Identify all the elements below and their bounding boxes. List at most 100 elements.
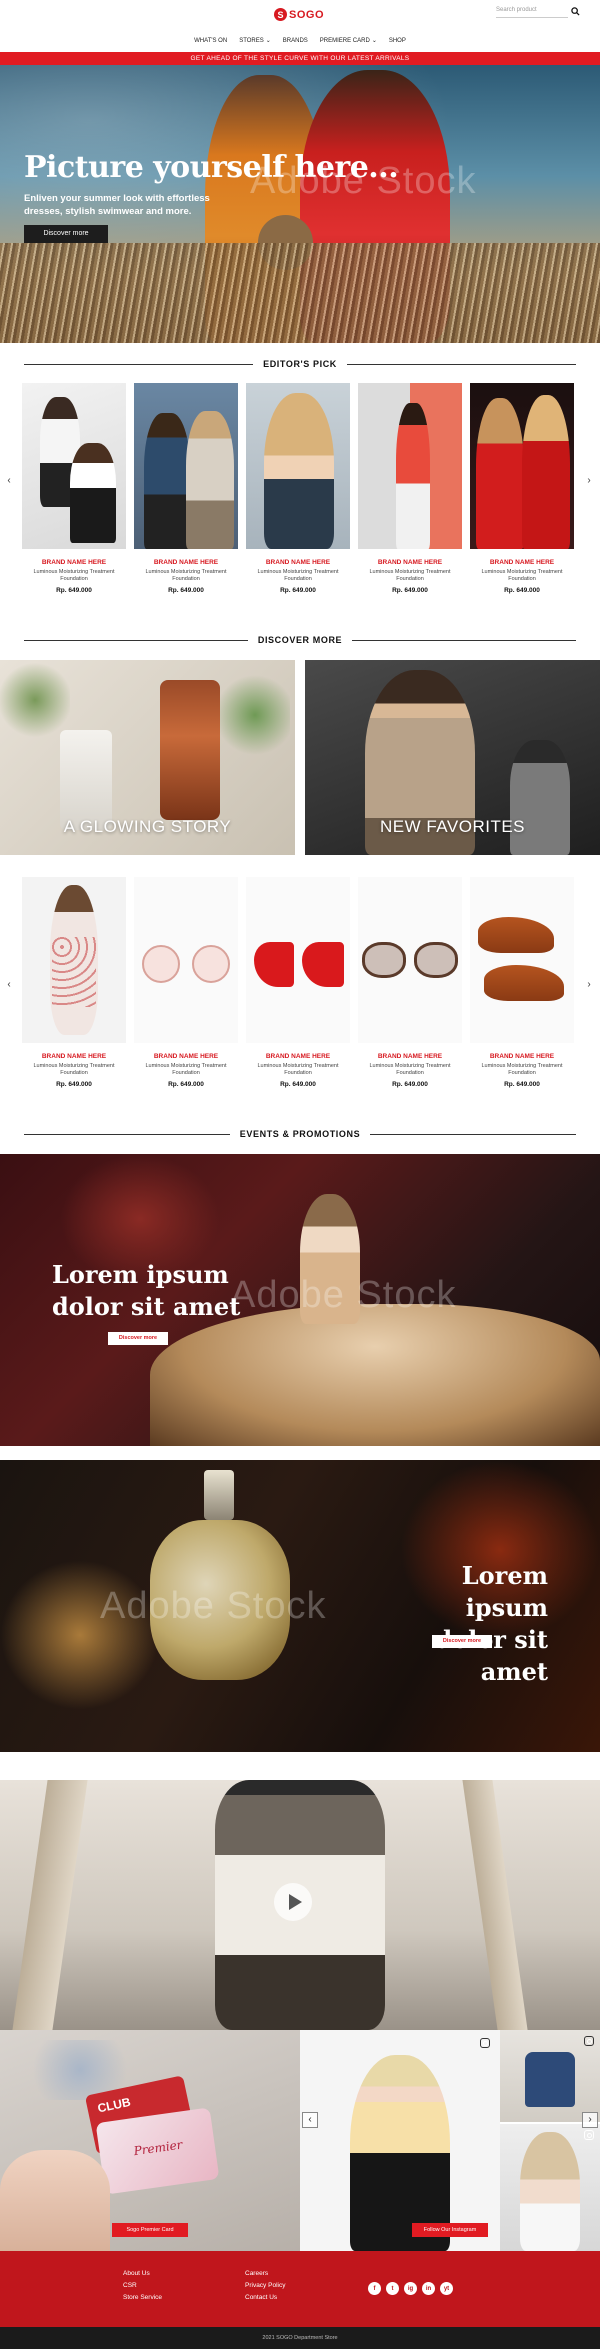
product-brand: BRAND NAME HERE [377,559,443,566]
product-image [470,383,574,549]
product-desc: Luminous Moisturizing Treatment Foundati… [369,569,451,582]
play-icon [289,1894,302,1910]
carousel-next-arrow-icon[interactable]: › [584,475,594,486]
product-price: Rp. 649.000 [168,1081,204,1088]
instagram-post-main[interactable]: Follow Our Instagram [300,2030,500,2251]
divider [352,639,576,641]
hero-banner: Adobe Stock Picture yourself here... Enl… [0,65,600,343]
instagram-post-chair[interactable] [500,2030,600,2122]
product-card[interactable]: BRAND NAME HERE Luminous Moisturizing Tr… [246,877,350,1088]
discover-products-carousel: ‹ › BRAND NAME HERE Luminous Moisturizin… [0,877,600,1102]
discover-label: A GLOWING STORY [63,817,232,836]
product-card[interactable]: BRAND NAME HERE Luminous Moisturizing Tr… [134,877,238,1088]
premier-card-button[interactable]: Sogo Premier Card [112,2223,188,2237]
instagram-next-arrow-icon[interactable]: › [582,2112,598,2128]
product-image [470,877,574,1043]
product-brand: BRAND NAME HERE [41,1053,107,1060]
product-image [358,877,462,1043]
product-card[interactable]: BRAND NAME HERE Luminous Moisturizing Tr… [22,877,126,1088]
instagram-icon[interactable]: ig [404,2282,417,2295]
product-card[interactable]: BRAND NAME HERE Luminous Moisturizing Tr… [246,383,350,594]
nav-item-whats-on[interactable]: WHAT'S ON [194,37,227,44]
footer-link-careers[interactable]: Careers [245,2268,285,2280]
instagram-post-portrait[interactable] [500,2124,600,2251]
search-icon[interactable] [571,7,580,16]
nav-item-brands[interactable]: BRANDS [283,37,308,44]
carousel-prev-arrow-icon[interactable]: ‹ [4,979,14,990]
divider [24,1133,230,1135]
divider [24,363,254,365]
discover-more-heading: DISCOVER MORE [0,633,600,647]
product-card[interactable]: BRAND NAME HERE Luminous Moisturizing Tr… [470,877,574,1088]
promo-bar[interactable]: GET AHEAD OF THE STYLE CURVE WITH OUR LA… [0,52,600,65]
hero-title: Picture yourself here... [24,150,399,185]
youtube-icon[interactable]: yt [440,2282,453,2295]
product-image [22,877,126,1043]
product-card[interactable]: BRAND NAME HERE Luminous Moisturizing Tr… [358,383,462,594]
editors-pick-carousel: ‹ › BRAND NAME HERE Luminous Moisturizin… [0,383,600,608]
product-brand: BRAND NAME HERE [153,1053,219,1060]
event-banner-1[interactable]: Adobe Stock Lorem ipsum dolor sit amet D… [0,1154,600,1446]
product-image [358,383,462,549]
social-icons: f t ig in yt [368,2282,453,2295]
product-brand: BRAND NAME HERE [265,1053,331,1060]
footer-col-2: Careers Privacy Policy Contact Us [245,2268,285,2304]
watermark: Adobe Stock [230,1274,457,1316]
carousel-next-arrow-icon[interactable]: › [584,979,594,990]
search-input[interactable]: Search product [496,7,568,18]
nav-item-premiere-card[interactable]: PREMIERE CARD ⌄ [320,37,377,45]
twitter-icon[interactable]: t [386,2282,399,2295]
footer-link-about[interactable]: About Us [123,2268,162,2280]
product-card[interactable]: BRAND NAME HERE Luminous Moisturizing Tr… [470,383,574,594]
hero-discover-button[interactable]: Discover more [24,225,108,243]
footer-link-privacy[interactable]: Privacy Policy [245,2280,285,2292]
footer-link-csr[interactable]: CSR [123,2280,162,2292]
product-price: Rp. 649.000 [504,1081,540,1088]
footer-link-store-service[interactable]: Store Service [123,2292,162,2304]
site-header: S SOGO Search product WHAT'S ON STORES ⌄ … [0,0,600,50]
nav-item-stores[interactable]: STORES ⌄ [239,37,271,45]
product-card[interactable]: BRAND NAME HERE Luminous Moisturizing Tr… [358,877,462,1088]
product-brand: BRAND NAME HERE [153,559,219,566]
site-footer: About Us CSR Store Service Careers Priva… [0,2251,600,2327]
video-banner[interactable] [0,1780,600,2030]
logo-text: SOGO [289,8,325,21]
event-discover-button[interactable]: Discover more [432,1635,492,1648]
product-desc: Luminous Moisturizing Treatment Foundati… [369,1063,451,1076]
footer-col-1: About Us CSR Store Service [123,2268,162,2304]
editors-pick-heading: EDITOR'S PICK [0,357,600,371]
carousel-prev-arrow-icon[interactable]: ‹ [4,475,14,486]
instagram-follow-button[interactable]: Follow Our Instagram [412,2223,488,2237]
product-price: Rp. 649.000 [280,587,316,594]
product-brand: BRAND NAME HERE [377,1053,443,1060]
product-desc: Luminous Moisturizing Treatment Foundati… [257,1063,339,1076]
product-image [22,383,126,549]
product-price: Rp. 649.000 [56,1081,92,1088]
discover-new-favorites-banner[interactable]: NEW FAVORITES [305,660,600,855]
product-brand: BRAND NAME HERE [489,559,555,566]
product-desc: Luminous Moisturizing Treatment Foundati… [257,569,339,582]
chevron-down-icon: ⌄ [371,38,377,44]
event-banner-2[interactable]: Adobe Stock Lorem ipsum dolor sit amet D… [0,1460,600,1752]
product-price: Rp. 649.000 [56,587,92,594]
discover-glowing-story-banner[interactable]: A GLOWING STORY [0,660,295,855]
product-image [246,383,350,549]
main-nav: WHAT'S ON STORES ⌄ BRANDS PREMIERE CARD ⌄ … [0,37,600,45]
premier-card-banner: CLUB Premier Sogo Premier Card [0,2030,300,2251]
sogo-logo[interactable]: S SOGO [274,8,324,21]
product-desc: Luminous Moisturizing Treatment Foundati… [33,569,115,582]
footer-link-contact[interactable]: Contact Us [245,2292,285,2304]
play-button[interactable] [274,1883,312,1921]
instagram-prev-arrow-icon[interactable]: ‹ [302,2112,318,2128]
linkedin-icon[interactable]: in [422,2282,435,2295]
product-desc: Luminous Moisturizing Treatment Foundati… [481,1063,563,1076]
event-discover-button[interactable]: Discover more [108,1332,168,1345]
product-price: Rp. 649.000 [392,587,428,594]
divider [370,1133,577,1135]
product-card[interactable]: BRAND NAME HERE Luminous Moisturizing Tr… [22,383,126,594]
nav-item-shop[interactable]: SHOP [389,37,406,44]
product-card[interactable]: BRAND NAME HERE Luminous Moisturizing Tr… [134,383,238,594]
product-desc: Luminous Moisturizing Treatment Foundati… [33,1063,115,1076]
facebook-icon[interactable]: f [368,2282,381,2295]
premier-card-image: Premier [95,2107,220,2195]
